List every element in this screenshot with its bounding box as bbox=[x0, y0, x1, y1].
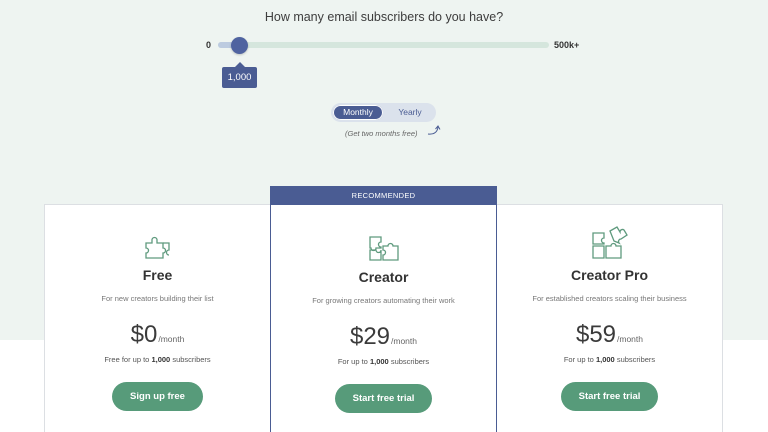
plan-price: $59 bbox=[575, 321, 617, 348]
sub-limit-prefix: Free for up to bbox=[104, 355, 150, 364]
price-period: /month bbox=[391, 336, 418, 346]
price-row: $59/month bbox=[497, 321, 722, 349]
sub-limit-suffix: subscribers bbox=[172, 355, 211, 364]
toggle-yearly[interactable]: Yearly bbox=[386, 105, 434, 120]
sign-up-free-button[interactable]: Sign up free bbox=[112, 382, 203, 411]
subscriber-slider-track[interactable] bbox=[218, 42, 549, 48]
price-period: /month bbox=[617, 334, 644, 344]
recommended-banner: RECOMMENDED bbox=[271, 187, 496, 205]
toggle-monthly[interactable]: Monthly bbox=[333, 105, 383, 120]
sub-limit-suffix: subscribers bbox=[390, 357, 430, 366]
plan-card-creator: RECOMMENDED Creator For growing creators… bbox=[270, 186, 497, 432]
billing-period-toggle[interactable]: Monthly Yearly bbox=[331, 103, 436, 122]
price-row: $29/month bbox=[271, 323, 496, 351]
subscriber-limit-note: For up to 1,000 subscribers bbox=[497, 355, 722, 364]
subscriber-limit-note: For up to 1,000 subscribers bbox=[271, 357, 496, 366]
puzzle-pieces-icon bbox=[368, 236, 399, 261]
slider-value-tooltip: 1,000 bbox=[222, 62, 257, 88]
plan-name: Creator bbox=[358, 269, 409, 285]
curved-arrow-icon bbox=[427, 125, 441, 135]
subscriber-question: How many email subscribers do you have? bbox=[264, 10, 504, 24]
start-free-trial-button-pro[interactable]: Start free trial bbox=[560, 382, 659, 411]
price-row: $0/month bbox=[45, 321, 270, 349]
sub-limit-count: 1,000 bbox=[151, 355, 171, 364]
plan-description: For growing creators automating their wo… bbox=[312, 296, 455, 305]
sub-limit-prefix: For up to bbox=[337, 357, 368, 366]
start-free-trial-button-creator[interactable]: Start free trial bbox=[334, 384, 433, 413]
slider-min-label: 0 bbox=[206, 40, 212, 50]
sub-limit-count: 1,000 bbox=[369, 357, 389, 366]
puzzle-piece-icon bbox=[144, 236, 170, 259]
yearly-discount-note: (Get two months free) bbox=[345, 129, 418, 138]
plan-name: Free bbox=[142, 267, 173, 283]
plan-description: For new creators building their list bbox=[101, 294, 214, 303]
plan-price: $29 bbox=[349, 323, 391, 350]
plan-price: $0 bbox=[130, 321, 158, 348]
price-period: /month bbox=[158, 334, 185, 344]
sub-limit-prefix: For up to bbox=[563, 355, 594, 364]
plan-name: Creator Pro bbox=[570, 267, 649, 283]
sub-limit-count: 1,000 bbox=[595, 355, 615, 364]
sub-limit-suffix: subscribers bbox=[616, 355, 656, 364]
subscriber-slider-thumb[interactable] bbox=[231, 37, 248, 54]
plan-card-free: Free For new creators building their lis… bbox=[44, 204, 270, 432]
puzzle-complete-icon bbox=[591, 226, 628, 259]
plan-card-creator-pro: Creator Pro For established creators sca… bbox=[497, 204, 723, 432]
subscriber-limit-note: Free for up to 1,000 subscribers bbox=[45, 355, 270, 364]
plan-description: For established creators scaling their b… bbox=[532, 294, 687, 303]
slider-max-label: 500k+ bbox=[554, 40, 580, 50]
